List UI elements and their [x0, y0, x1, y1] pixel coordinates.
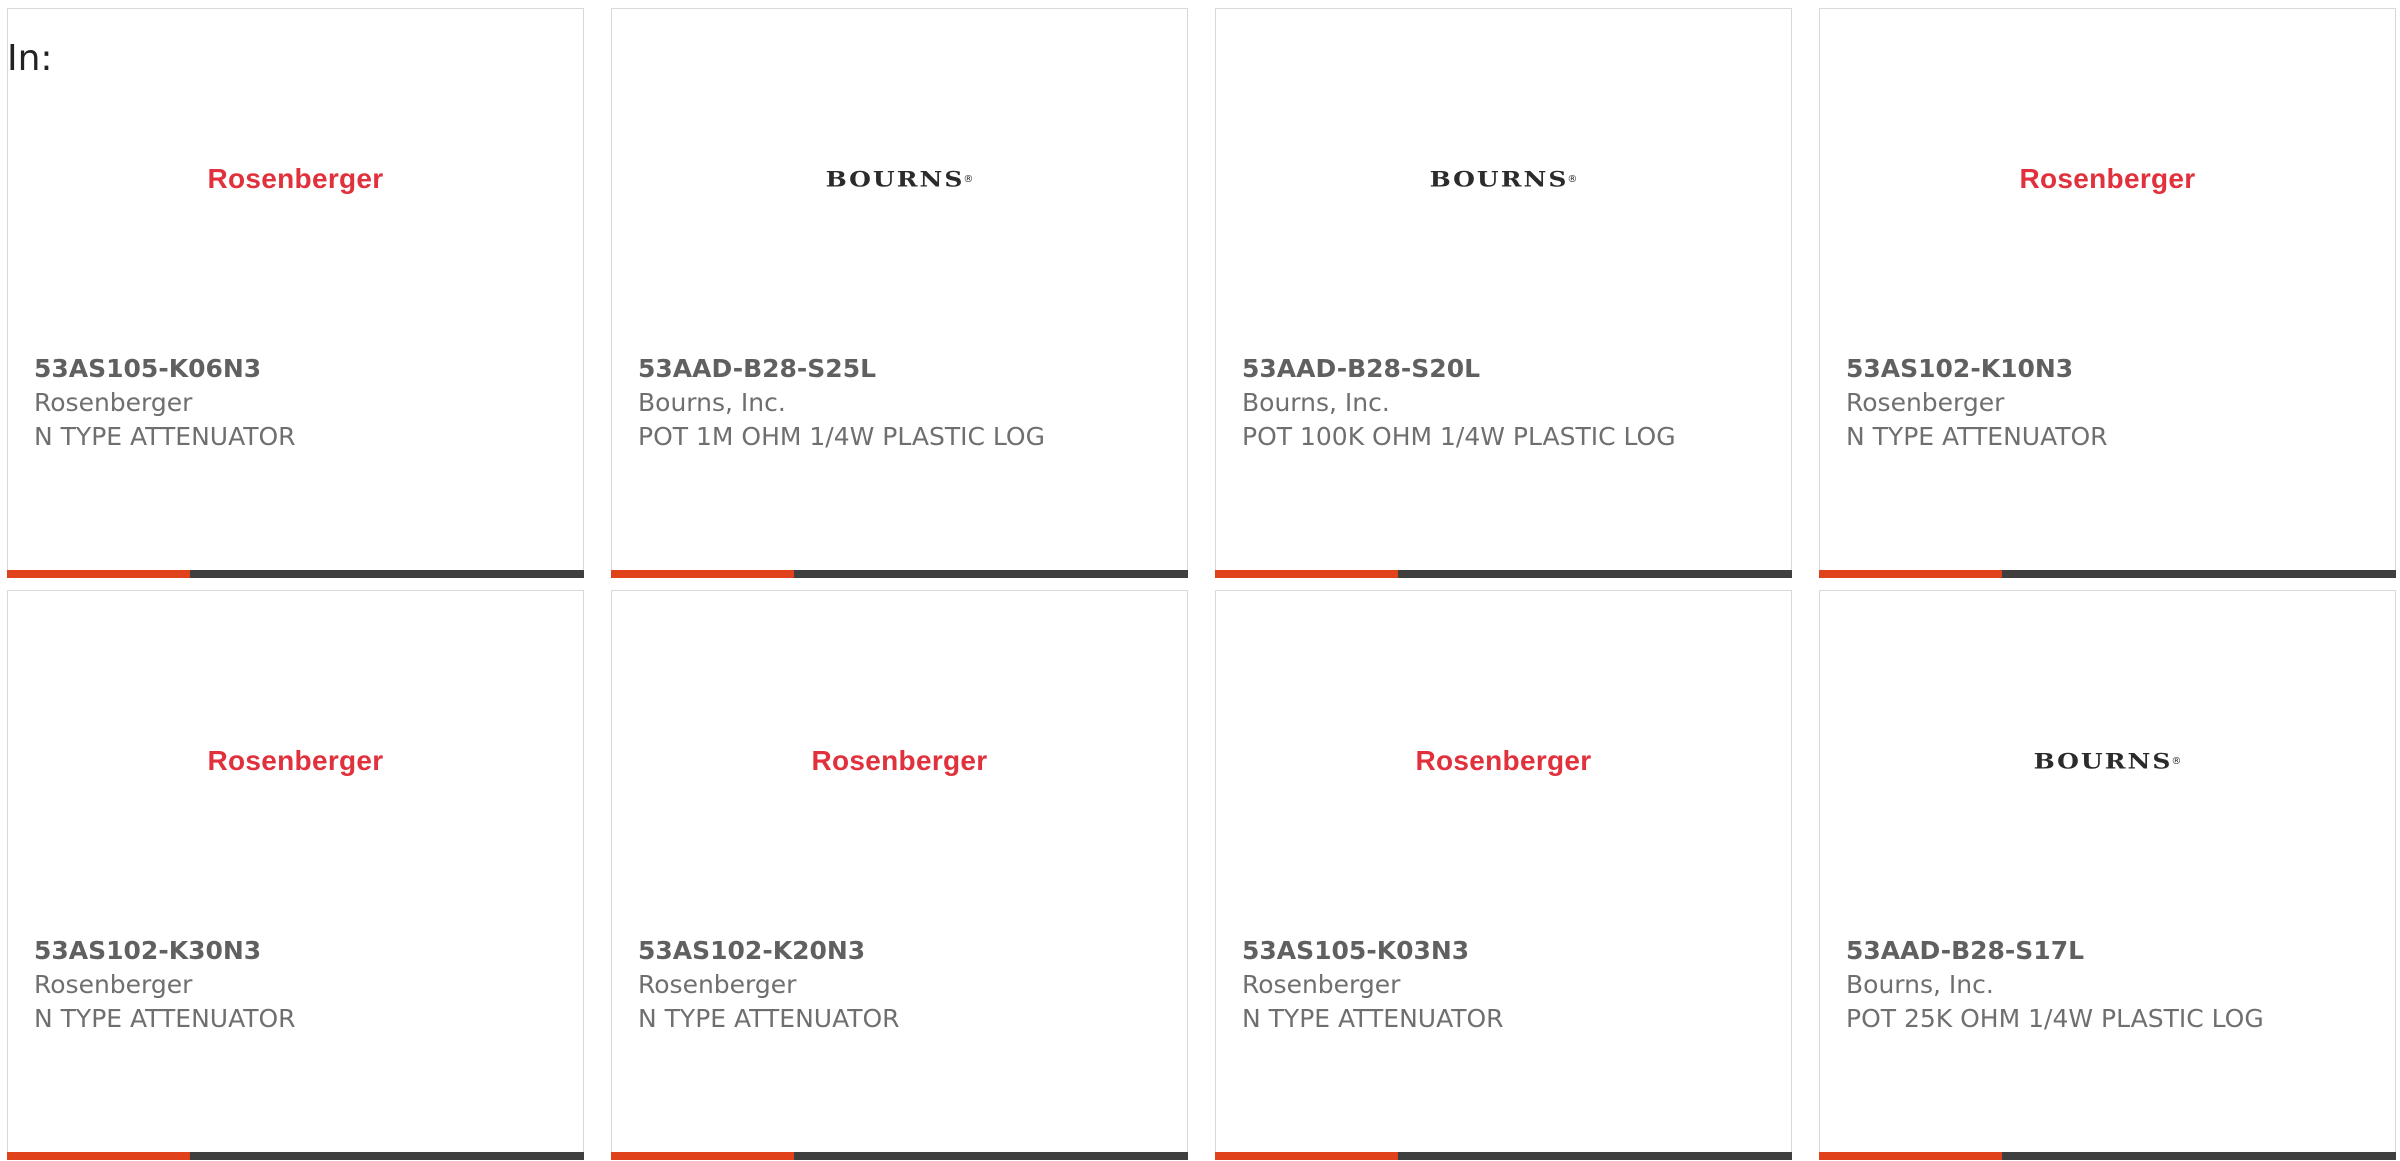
- manufacturer-name: Rosenberger: [1242, 970, 1401, 999]
- registered-mark-icon: ®: [1567, 173, 1578, 185]
- manufacturer-name: Rosenberger: [34, 970, 193, 999]
- product-description: N TYPE ATTENUATOR: [638, 1004, 900, 1033]
- card-accent-bar: [7, 570, 190, 578]
- bourns-logo: BOURNS: [1429, 166, 1569, 192]
- product-card[interactable]: Rosenberger 53AS102-K30N3 Rosenberger N TYP…: [7, 590, 584, 1160]
- part-number-link[interactable]: 53AS105-K06N3: [34, 352, 484, 386]
- product-info: 53AS102-K20N3 Rosenberger N TYPE ATTENUATO…: [638, 934, 1088, 1036]
- part-number-link[interactable]: 53AS102-K10N3: [1846, 352, 2296, 386]
- part-number-link[interactable]: 53AAD-B28-S20L: [1242, 352, 1692, 386]
- product-info: 53AAD-B28-S20L Bourns, Inc. POT 100K OHM 1…: [1242, 352, 1692, 454]
- product-card[interactable]: Rosenberger 53AS102-K20N3 Rosenberger N TYP…: [611, 590, 1188, 1160]
- rosenberger-logo: Rosenberger: [1415, 745, 1592, 776]
- product-description: POT 1M OHM 1/4W PLASTIC LOG: [638, 422, 1045, 451]
- manufacturer-logo-area[interactable]: BOURNS ®: [1216, 149, 1791, 209]
- product-info: 53AS105-K03N3 Rosenberger N TYPE ATTENUATO…: [1242, 934, 1692, 1036]
- manufacturer-logo-area[interactable]: Rosenberger: [8, 731, 583, 791]
- manufacturer-name: Rosenberger: [34, 388, 193, 417]
- rosenberger-logo: Rosenberger: [2019, 163, 2196, 194]
- registered-mark-icon: ®: [2171, 755, 2182, 767]
- manufacturer-logo-area[interactable]: Rosenberger: [8, 149, 583, 209]
- product-grid: Rosenberger 53AS105-K06N3 Rosenberger N TYP…: [7, 8, 2398, 1160]
- product-info: 53AS102-K10N3 Rosenberger N TYPE ATTENUATO…: [1846, 352, 2296, 454]
- product-card[interactable]: BOURNS ® 53AAD-B28-S25L Bourns, Inc. POT 1M …: [611, 8, 1188, 578]
- rosenberger-logo: Rosenberger: [207, 163, 384, 194]
- product-card[interactable]: BOURNS ® 53AAD-B28-S17L Bourns, Inc. POT 25K…: [1819, 590, 2396, 1160]
- card-bottom-bar: [1215, 1152, 1792, 1160]
- product-info: 53AAD-B28-S17L Bourns, Inc. POT 25K OHM 1/…: [1846, 934, 2296, 1036]
- manufacturer-name: Bourns, Inc.: [1846, 970, 1994, 999]
- part-number-link[interactable]: 53AS105-K03N3: [1242, 934, 1692, 968]
- part-number-link[interactable]: 53AS102-K20N3: [638, 934, 1088, 968]
- card-bottom-bar: [1819, 1152, 2396, 1160]
- card-bottom-bar: [7, 1152, 584, 1160]
- bourns-logo: BOURNS: [2033, 748, 2173, 774]
- manufacturer-name: Rosenberger: [1846, 388, 2005, 417]
- product-card[interactable]: Rosenberger 53AS105-K03N3 Rosenberger N TYP…: [1215, 590, 1792, 1160]
- card-bottom-bar: [7, 570, 584, 578]
- manufacturer-logo-area[interactable]: Rosenberger: [1216, 731, 1791, 791]
- manufacturer-logo-area[interactable]: Rosenberger: [612, 731, 1187, 791]
- card-accent-bar: [1819, 1152, 2002, 1160]
- product-description: POT 25K OHM 1/4W PLASTIC LOG: [1846, 1004, 2264, 1033]
- product-description: POT 100K OHM 1/4W PLASTIC LOG: [1242, 422, 1676, 451]
- product-card[interactable]: Rosenberger 53AS102-K10N3 Rosenberger N TYP…: [1819, 8, 2396, 578]
- card-bottom-bar: [611, 570, 1188, 578]
- product-card[interactable]: BOURNS ® 53AAD-B28-S20L Bourns, Inc. POT 100…: [1215, 8, 1792, 578]
- card-accent-bar: [1215, 570, 1398, 578]
- product-description: N TYPE ATTENUATOR: [34, 422, 296, 451]
- manufacturer-name: Rosenberger: [638, 970, 797, 999]
- manufacturer-logo-area[interactable]: BOURNS ®: [1820, 731, 2395, 791]
- rosenberger-logo: Rosenberger: [811, 745, 988, 776]
- card-bottom-bar: [611, 1152, 1188, 1160]
- product-info: 53AS105-K06N3 Rosenberger N TYPE ATTENUATO…: [34, 352, 484, 454]
- card-accent-bar: [611, 1152, 794, 1160]
- card-accent-bar: [1819, 570, 2002, 578]
- product-description: N TYPE ATTENUATOR: [1242, 1004, 1504, 1033]
- product-card[interactable]: Rosenberger 53AS105-K06N3 Rosenberger N TYP…: [7, 8, 584, 578]
- registered-mark-icon: ®: [963, 173, 974, 185]
- manufacturer-name: Bourns, Inc.: [1242, 388, 1390, 417]
- manufacturer-name: Bourns, Inc.: [638, 388, 786, 417]
- manufacturer-logo-area[interactable]: Rosenberger: [1820, 149, 2395, 209]
- card-accent-bar: [611, 570, 794, 578]
- rosenberger-logo: Rosenberger: [207, 745, 384, 776]
- product-info: 53AS102-K30N3 Rosenberger N TYPE ATTENUATO…: [34, 934, 484, 1036]
- manufacturer-logo-area[interactable]: BOURNS ®: [612, 149, 1187, 209]
- part-number-link[interactable]: 53AAD-B28-S25L: [638, 352, 1088, 386]
- product-description: N TYPE ATTENUATOR: [1846, 422, 2108, 451]
- in-label: In:: [7, 38, 53, 79]
- card-bottom-bar: [1215, 570, 1792, 578]
- product-info: 53AAD-B28-S25L Bourns, Inc. POT 1M OHM 1/4…: [638, 352, 1088, 454]
- card-accent-bar: [1215, 1152, 1398, 1160]
- product-grid-page: In: Rosenberger 53AS105-K06N3 Rosenberger N…: [0, 0, 2400, 1161]
- bourns-logo: BOURNS: [825, 166, 965, 192]
- card-bottom-bar: [1819, 570, 2396, 578]
- card-accent-bar: [7, 1152, 190, 1160]
- product-description: N TYPE ATTENUATOR: [34, 1004, 296, 1033]
- part-number-link[interactable]: 53AS102-K30N3: [34, 934, 484, 968]
- part-number-link[interactable]: 53AAD-B28-S17L: [1846, 934, 2296, 968]
